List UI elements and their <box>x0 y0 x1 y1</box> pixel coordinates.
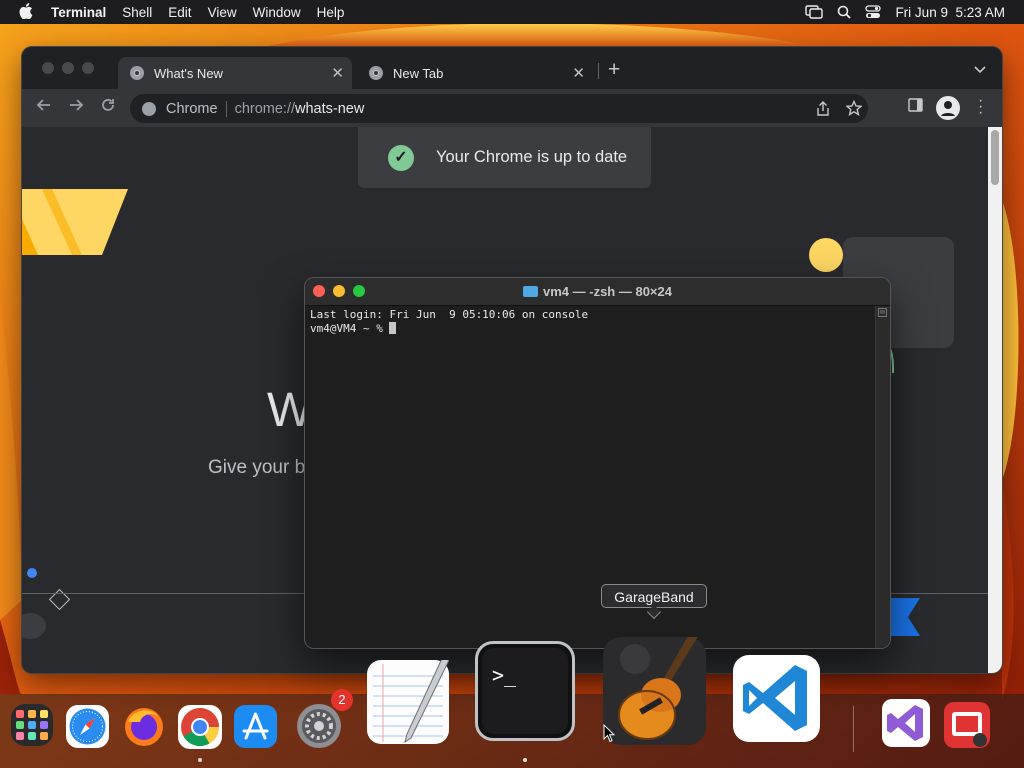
terminal-title: vm4 — -zsh — 80×24 <box>305 278 890 305</box>
menu-help[interactable]: Help <box>309 5 353 20</box>
menu-edit[interactable]: Edit <box>160 5 199 20</box>
terminal-title-bar[interactable]: vm4 — -zsh — 80×24 <box>305 278 890 306</box>
decorative-yellow-shape <box>22 189 128 255</box>
terminal-icon[interactable]: >_ <box>475 641 575 741</box>
garageband-icon[interactable] <box>603 631 706 745</box>
decorative-yellow-circle <box>809 238 843 272</box>
menu-window[interactable]: Window <box>245 5 309 20</box>
reload-icon[interactable] <box>100 97 116 113</box>
zoom-window-button[interactable] <box>82 62 94 74</box>
decorative-gray-blob <box>22 613 46 639</box>
notification-badge: 2 <box>331 689 353 711</box>
close-window-button[interactable] <box>42 62 54 74</box>
chrome-menu-kebab-icon[interactable]: · · · <box>978 93 983 121</box>
scroll-marker-icon <box>878 308 887 317</box>
decorative-blue-dot <box>27 568 37 578</box>
tab-label: New Tab <box>393 65 444 81</box>
toast-message: Your Chrome is up to date <box>436 148 628 166</box>
menu-view[interactable]: View <box>200 5 245 20</box>
visual-studio-icon[interactable] <box>882 699 930 747</box>
dock-tooltip: GarageBand <box>601 584 707 608</box>
app-store-icon[interactable] <box>234 705 277 748</box>
tab-whats-new[interactable]: What's New ✕ <box>118 57 352 89</box>
terminal-output[interactable]: Last login: Fri Jun 9 05:10:06 on consol… <box>310 308 588 336</box>
chrome-favicon-icon <box>369 66 383 80</box>
tab-divider <box>598 63 599 79</box>
svg-text:>_: >_ <box>492 663 517 687</box>
running-indicator <box>198 758 202 762</box>
address-bar[interactable]: Chrome chrome://whats-new <box>130 94 868 123</box>
firefox-icon[interactable] <box>122 704 166 748</box>
textedit-icon[interactable] <box>367 651 452 744</box>
scrollbar-thumb[interactable] <box>991 130 999 185</box>
google-chrome-icon[interactable] <box>178 705 222 749</box>
safari-icon[interactable] <box>66 705 109 748</box>
page-subtitle: Give your b <box>208 457 306 478</box>
menu-clock[interactable]: Fri Jun 9 5:23 AM <box>895 5 1005 20</box>
check-circle-icon: ✓ <box>388 144 414 171</box>
text-cursor <box>389 322 397 334</box>
folder-icon <box>523 286 538 297</box>
site-info-chip[interactable]: Chrome <box>142 101 218 117</box>
terminal-scrollbar[interactable] <box>875 306 890 648</box>
launchpad-icon[interactable] <box>11 704 53 746</box>
bookmark-star-icon[interactable] <box>846 100 862 116</box>
tab-strip: What's New ✕ New Tab ✕ + <box>22 47 1002 89</box>
mouse-pointer-icon <box>603 724 615 743</box>
menu-shell[interactable]: Shell <box>114 5 160 20</box>
tab-search-chevron-icon[interactable] <box>974 61 986 79</box>
control-center-icon[interactable] <box>865 5 882 19</box>
url-scheme: chrome:// <box>234 100 296 117</box>
tab-new-tab[interactable]: New Tab ✕ <box>357 57 593 89</box>
page-scrollbar[interactable] <box>988 127 1002 673</box>
running-indicator <box>523 758 527 762</box>
apple-menu-icon[interactable] <box>0 2 43 22</box>
minimize-window-button[interactable] <box>62 62 74 74</box>
browser-toolbar: Chrome chrome://whats-new · · · <box>22 89 1002 128</box>
close-tab-icon[interactable]: ✕ <box>572 64 585 82</box>
menu-app-name[interactable]: Terminal <box>43 5 114 20</box>
visual-studio-code-icon[interactable] <box>733 655 820 742</box>
terminal-line: Last login: Fri Jun 9 05:10:06 on consol… <box>310 308 589 321</box>
screen-mirroring-icon[interactable] <box>805 5 824 19</box>
forward-arrow-icon[interactable] <box>68 97 84 113</box>
terminal-prompt: vm4@VM4 ~ % <box>310 322 390 335</box>
dock-separator <box>853 706 854 752</box>
photo-booth-icon[interactable] <box>944 702 990 748</box>
terminal-title-text: vm4 — -zsh — 80×24 <box>543 284 672 299</box>
tab-label: What's New <box>154 65 223 81</box>
close-tab-icon[interactable]: ✕ <box>331 64 344 82</box>
chrome-logo-icon <box>142 101 156 116</box>
terminal-window: vm4 — -zsh — 80×24 Last login: Fri Jun 9… <box>305 278 890 648</box>
side-panel-icon[interactable] <box>908 98 923 112</box>
menu-bar: Terminal Shell Edit View Window Help Fri… <box>0 0 1024 24</box>
chrome-favicon-icon <box>130 66 144 80</box>
share-icon[interactable] <box>816 101 830 116</box>
profile-avatar-icon[interactable] <box>936 96 960 120</box>
update-status-toast: ✓ Your Chrome is up to date <box>358 127 651 188</box>
new-tab-plus-icon[interactable]: + <box>608 58 620 82</box>
back-arrow-icon[interactable] <box>36 97 52 113</box>
url-host: whats-new <box>295 100 365 117</box>
omnibox-divider <box>225 100 227 117</box>
site-label: Chrome <box>166 100 218 117</box>
menu-bar-extras: Fri Jun 9 5:23 AM <box>805 0 1024 24</box>
decorative-blue-flag <box>890 598 920 636</box>
spotlight-search-icon[interactable] <box>837 5 852 19</box>
